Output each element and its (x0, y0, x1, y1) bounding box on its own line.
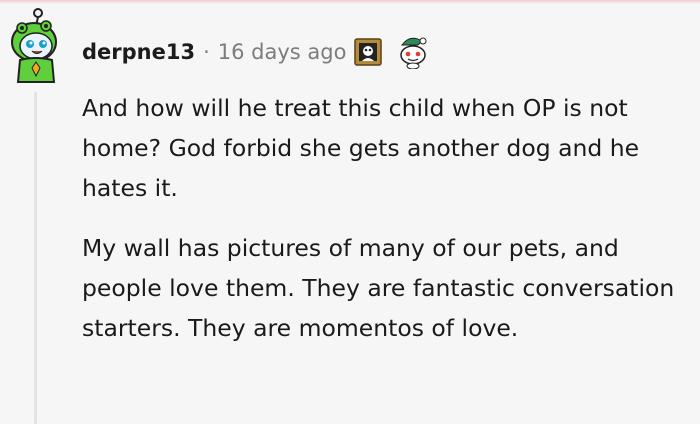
comment-body: And how will he treat this child when OP… (82, 88, 692, 368)
comment-paragraph: And how will he treat this child when OP… (82, 94, 640, 202)
avatar[interactable] (8, 4, 64, 84)
snoo-with-hat-award-icon[interactable] (396, 35, 430, 69)
top-edge-strip (0, 0, 700, 4)
framed-portrait-award-icon[interactable] (354, 38, 383, 66)
thread-collapse-line[interactable] (34, 92, 37, 424)
separator-dot: · (203, 40, 210, 64)
username-link[interactable]: derpne13 (82, 40, 195, 64)
comment-header: derpne13 · 16 days ago (82, 34, 430, 70)
comment-paragraph: My wall has pictures of many of our pets… (82, 234, 675, 342)
comment-timestamp[interactable]: 16 days ago (218, 40, 347, 64)
